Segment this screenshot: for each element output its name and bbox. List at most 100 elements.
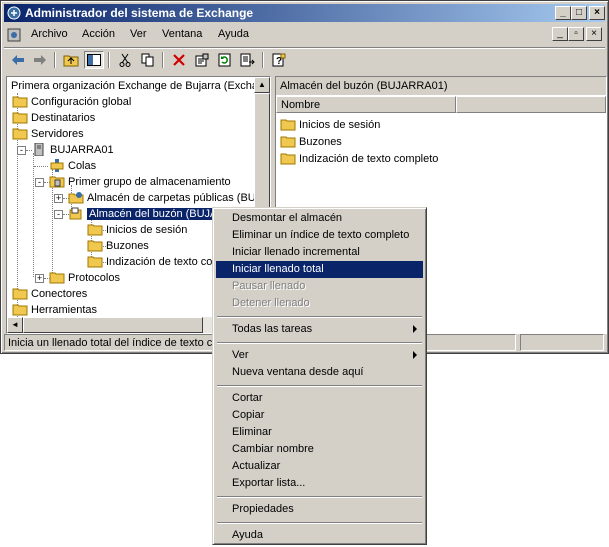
tree-item-almacen-carpetas[interactable]: Almacén de carpetas públicas (BUJARRA01) bbox=[68, 190, 270, 206]
menu-item-propiedades[interactable]: Propiedades bbox=[216, 501, 423, 518]
expand-protocolos[interactable]: + bbox=[35, 274, 44, 283]
back-arrow-icon bbox=[12, 55, 24, 65]
toolbar: ? bbox=[4, 47, 605, 72]
list-item[interactable]: Indización de texto completo bbox=[280, 151, 438, 167]
cut-button[interactable] bbox=[115, 51, 135, 69]
scroll-up-button[interactable]: ▲ bbox=[254, 77, 270, 93]
menu-item-desmontar[interactable]: Desmontar el almacén bbox=[216, 210, 423, 227]
menu-item-copiar[interactable]: Copiar bbox=[216, 407, 423, 424]
menu-item-ver[interactable]: Ver bbox=[216, 347, 423, 364]
forward-button[interactable] bbox=[30, 51, 50, 69]
list-item[interactable]: Inicios de sesión bbox=[280, 117, 380, 133]
menu-item-ayuda[interactable]: Ayuda bbox=[216, 527, 423, 544]
folder-icon bbox=[12, 96, 28, 108]
scroll-thumb[interactable] bbox=[23, 317, 203, 333]
properties-button[interactable] bbox=[192, 51, 212, 69]
toolbar-separator bbox=[162, 52, 164, 68]
tree-item-primer-grupo[interactable]: Primer grupo de almacenamiento bbox=[49, 174, 231, 190]
folder-icon bbox=[87, 224, 103, 236]
exchange-icon bbox=[7, 6, 21, 20]
menu-item-nueva-ventana[interactable]: Nueva ventana desde aquí bbox=[216, 364, 423, 381]
copy-button[interactable] bbox=[138, 51, 158, 69]
menu-ventana[interactable]: Ventana bbox=[162, 28, 202, 40]
list-item[interactable]: Buzones bbox=[280, 134, 342, 150]
show-hide-tree-button[interactable] bbox=[84, 51, 104, 69]
menu-item-cambiar-nombre[interactable]: Cambiar nombre bbox=[216, 441, 423, 458]
menu-ver[interactable]: Ver bbox=[130, 28, 147, 40]
column-header-empty[interactable] bbox=[456, 96, 606, 113]
export-list-button[interactable] bbox=[238, 51, 258, 69]
tree-item-buzones[interactable]: Buzones bbox=[87, 238, 149, 254]
mdi-close-button[interactable]: × bbox=[586, 27, 602, 41]
folder-icon bbox=[280, 153, 296, 165]
mdi-minimize-button[interactable]: _ bbox=[552, 27, 568, 41]
menu-separator bbox=[217, 385, 422, 387]
scroll-left-button[interactable]: ◄ bbox=[7, 317, 23, 333]
menu-item-eliminar-indice[interactable]: Eliminar un índice de texto completo bbox=[216, 227, 423, 244]
copy-icon bbox=[141, 53, 154, 67]
tree-item-conectores[interactable]: Conectores bbox=[12, 286, 87, 302]
folder-icon bbox=[280, 136, 296, 148]
toolbar-separator bbox=[262, 52, 264, 68]
collapse-mailbox-store[interactable]: - bbox=[54, 210, 63, 219]
expand-public-folders[interactable]: + bbox=[54, 194, 63, 203]
delete-button[interactable] bbox=[169, 51, 189, 69]
tree-item-destinatarios[interactable]: Destinatarios bbox=[12, 110, 95, 126]
minimize-button[interactable]: _ bbox=[555, 6, 571, 20]
refresh-button[interactable] bbox=[215, 51, 235, 69]
tree-item-herramientas[interactable]: Herramientas bbox=[12, 302, 97, 318]
menu-ayuda[interactable]: Ayuda bbox=[218, 28, 249, 40]
public-folder-store-icon bbox=[68, 191, 84, 204]
context-menu: Desmontar el almacén Eliminar un índice … bbox=[212, 207, 427, 545]
cut-icon bbox=[119, 53, 131, 67]
mdi-restore-button[interactable]: ▫ bbox=[568, 27, 584, 41]
close-button[interactable]: × bbox=[589, 6, 605, 20]
folder-icon bbox=[12, 288, 28, 300]
menu-separator bbox=[217, 316, 422, 318]
submenu-arrow-icon bbox=[413, 351, 417, 359]
window-title: Administrador del sistema de Exchange bbox=[25, 6, 254, 20]
menu-separator bbox=[217, 496, 422, 498]
tree-item-protocolos[interactable]: Protocolos bbox=[49, 270, 120, 286]
help-icon: ? bbox=[272, 53, 286, 67]
toolbar-separator bbox=[54, 52, 56, 68]
menu-item-actualizar[interactable]: Actualizar bbox=[216, 458, 423, 475]
menu-item-llenado-incremental[interactable]: Iniciar llenado incremental bbox=[216, 244, 423, 261]
queue-icon bbox=[50, 158, 64, 172]
menu-item-todas-tareas[interactable]: Todas las tareas bbox=[216, 321, 423, 338]
tree-item-configuracion-global[interactable]: Configuración global bbox=[12, 94, 131, 110]
menu-item-detener-llenado[interactable]: Detener llenado bbox=[216, 295, 423, 312]
forward-arrow-icon bbox=[34, 55, 46, 65]
column-header-nombre[interactable]: Nombre bbox=[276, 96, 456, 113]
tree-item-colas[interactable]: Colas bbox=[49, 158, 96, 174]
tree-item-servidores[interactable]: Servidores bbox=[12, 126, 84, 142]
up-folder-icon bbox=[63, 55, 79, 67]
tree-item-inicios-sesion[interactable]: Inicios de sesión bbox=[87, 222, 187, 238]
delete-icon bbox=[173, 54, 185, 66]
menu-item-cortar[interactable]: Cortar bbox=[216, 390, 423, 407]
menu-accion[interactable]: Acción bbox=[82, 28, 115, 40]
folder-icon bbox=[280, 119, 296, 131]
app-menu-icon[interactable] bbox=[7, 27, 23, 43]
menu-item-pausar-llenado[interactable]: Pausar llenado bbox=[216, 278, 423, 295]
help-button[interactable]: ? bbox=[269, 51, 289, 69]
menu-archivo[interactable]: Archivo bbox=[31, 28, 68, 40]
mailbox-store-icon bbox=[69, 207, 82, 220]
back-button[interactable] bbox=[8, 51, 28, 69]
menu-item-llenado-total[interactable]: Iniciar llenado total bbox=[216, 261, 423, 278]
up-one-level-button[interactable] bbox=[61, 51, 81, 69]
menu-separator bbox=[217, 342, 422, 344]
tree-root[interactable]: Primera organización Exchange de Bujarra… bbox=[11, 78, 270, 94]
menu-item-exportar-lista[interactable]: Exportar lista... bbox=[216, 475, 423, 492]
submenu-arrow-icon bbox=[413, 325, 417, 333]
title-bar[interactable]: Administrador del sistema de Exchange _ … bbox=[4, 4, 605, 22]
toolbar-separator bbox=[108, 52, 110, 68]
collapse-storage-group[interactable]: - bbox=[35, 178, 44, 187]
folder-icon bbox=[87, 256, 103, 268]
menu-item-eliminar[interactable]: Eliminar bbox=[216, 424, 423, 441]
maximize-button[interactable]: □ bbox=[571, 6, 587, 20]
tree-item-bujarra01[interactable]: BUJARRA01 bbox=[31, 142, 114, 158]
menu-bar: Archivo Acción Ver Ventana Ayuda bbox=[4, 25, 605, 45]
refresh-icon bbox=[218, 53, 231, 67]
collapse-bujarra01[interactable]: - bbox=[17, 146, 26, 155]
